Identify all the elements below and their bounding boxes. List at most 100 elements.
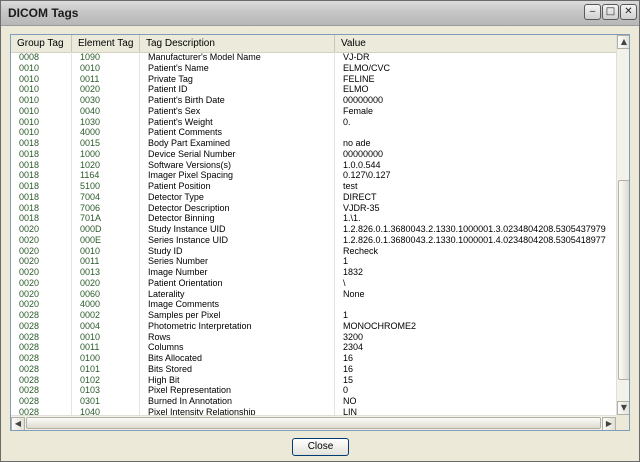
group-tag-cell: 0028 xyxy=(11,363,72,375)
scroll-right-button[interactable]: ▶ xyxy=(602,417,616,430)
dicom-tags-list[interactable]: Group Tag Element Tag Tag Description Va… xyxy=(10,34,630,431)
scroll-down-button[interactable]: ▼ xyxy=(617,401,629,415)
group-tag-cell: 0018 xyxy=(11,148,72,160)
scroll-left-button[interactable]: ◀ xyxy=(11,417,25,430)
tag-description-cell: Patient Orientation xyxy=(140,277,335,289)
maximize-icon: □ xyxy=(605,6,616,17)
table-row[interactable]: 0010 4000 Patient Comments xyxy=(11,127,616,138)
table-row[interactable]: 0010 1030 Patient's Weight 0. xyxy=(11,116,616,128)
table-row[interactable]: 0010 0030 Patient's Birth Date 00000000 xyxy=(11,95,616,106)
close-window-button[interactable]: ✕ xyxy=(620,4,637,20)
table-row[interactable]: 0020 0060 Laterality None xyxy=(11,288,616,300)
element-tag-cell: 0002 xyxy=(72,310,140,321)
table-row[interactable]: 0018 1020 Software Versions(s) 1.0.0.544 xyxy=(11,159,616,171)
value-cell: 15 xyxy=(343,374,354,385)
minimize-button[interactable]: ‒ xyxy=(584,4,601,20)
tag-description-cell: Patient ID xyxy=(140,84,335,95)
table-row[interactable]: 0018 0015 Body Part Examined no ade xyxy=(11,138,616,149)
tag-description-cell: Bits Allocated xyxy=(140,353,335,364)
group-tag-cell: 0018 xyxy=(11,213,72,224)
table-row[interactable]: 0028 1040 Pixel Intensity Relationship LIN xyxy=(11,406,616,415)
element-tag-cell: 1040 xyxy=(72,406,140,415)
element-tag-cell: 4000 xyxy=(72,127,140,138)
element-tag-cell: 0013 xyxy=(72,267,140,278)
table-row[interactable]: 0018 7004 Detector Type DIRECT xyxy=(11,191,616,203)
table-row[interactable]: 0010 0020 Patient ID ELMO xyxy=(11,84,616,95)
column-header-value[interactable]: Value xyxy=(335,35,616,52)
value-cell: \ xyxy=(343,277,346,288)
table-row[interactable]: 0020 000D Study Instance UID 1.2.826.0.1.36… xyxy=(11,224,616,235)
table-row[interactable]: 0028 0101 Bits Stored 16 xyxy=(11,363,616,375)
tag-description-cell: Bits Stored xyxy=(140,363,335,375)
tag-description-cell: Study Instance UID xyxy=(140,224,335,235)
table-row[interactable]: 0018 1164 Imager Pixel Spacing 0.127\0.127 xyxy=(11,170,616,181)
group-tag-cell: 0010 xyxy=(11,73,72,85)
element-tag-cell: 0102 xyxy=(72,374,140,386)
table-row[interactable]: 0020 0011 Series Number 1 xyxy=(11,256,616,267)
close-button[interactable]: Close xyxy=(292,438,349,456)
table-row[interactable]: 0020 0020 Patient Orientation \ xyxy=(11,277,616,289)
tag-description-cell: Detector Description xyxy=(140,202,335,214)
value-cell: 1.2.826.0.1.3680043.2.1330.1000001.3.023… xyxy=(343,224,606,234)
tag-description-cell: Device Serial Number xyxy=(140,148,335,160)
group-tag-cell: 0018 xyxy=(11,159,72,171)
element-tag-cell: 0015 xyxy=(72,138,140,149)
table-row[interactable]: 0028 0103 Pixel Representation 0 xyxy=(11,385,616,396)
table-row[interactable]: 0028 0100 Bits Allocated 16 xyxy=(11,353,616,364)
table-row[interactable]: 0020 0013 Image Number 1832 xyxy=(11,267,616,278)
element-tag-cell: 000E xyxy=(72,234,140,246)
value-cell: 0.127\0.127 xyxy=(343,170,391,181)
column-header-element-tag[interactable]: Element Tag xyxy=(72,35,140,52)
element-tag-cell: 1000 xyxy=(72,148,140,160)
value-cell: VJ-DR xyxy=(343,52,370,62)
vertical-scroll-thumb[interactable] xyxy=(618,180,629,380)
horizontal-scrollbar[interactable]: ◀ ▶ xyxy=(11,415,616,430)
table-row[interactable]: 0018 5100 Patient Position test xyxy=(11,181,616,192)
table-row[interactable]: 0018 1000 Device Serial Number 00000000 xyxy=(11,148,616,160)
scroll-up-button[interactable]: ▲ xyxy=(617,35,629,49)
table-row[interactable]: 0008 1090 Manufacturer's Model Name VJ-DR xyxy=(11,52,616,63)
horizontal-scroll-thumb[interactable] xyxy=(26,417,601,429)
tag-description-cell: Image Number xyxy=(140,267,335,278)
element-tag-cell: 0010 xyxy=(72,331,140,343)
group-tag-cell: 0020 xyxy=(11,299,72,310)
table-row[interactable]: 0020 0010 Study ID Recheck xyxy=(11,245,616,257)
maximize-button[interactable]: □ xyxy=(602,4,619,20)
table-row[interactable]: 0028 0010 Rows 3200 xyxy=(11,331,616,343)
group-tag-cell: 0028 xyxy=(11,406,72,415)
tag-description-cell: Rows xyxy=(140,331,335,343)
table-row[interactable]: 0010 0040 Patient's Sex Female xyxy=(11,105,616,117)
column-header-tag-description[interactable]: Tag Description xyxy=(140,35,335,52)
group-tag-cell: 0010 xyxy=(11,95,72,106)
table-row[interactable]: 0010 0010 Patient's Name ELMO/CVC xyxy=(11,62,616,74)
table-row[interactable]: 0020 4000 Image Comments xyxy=(11,299,616,310)
table-row[interactable]: 0028 0011 Columns 2304 xyxy=(11,342,616,353)
list-header: Group Tag Element Tag Tag Description Va… xyxy=(11,35,616,53)
table-row[interactable]: 0010 0011 Private Tag FELINE xyxy=(11,73,616,85)
value-cell: 1.0.0.544 xyxy=(343,159,381,170)
element-tag-cell: 0004 xyxy=(72,320,140,332)
title-bar[interactable]: DICOM Tags ‒ □ ✕ xyxy=(1,1,639,26)
group-tag-cell: 0020 xyxy=(11,234,72,246)
group-tag-cell: 0010 xyxy=(11,116,72,128)
element-tag-cell: 000D xyxy=(72,224,140,235)
table-row[interactable]: 0018 701A Detector Binning 1.\1. xyxy=(11,213,616,224)
value-cell: no ade xyxy=(343,138,371,148)
tag-description-cell: Patient's Sex xyxy=(140,105,335,117)
table-row[interactable]: 0018 7006 Detector Description VJDR-35 xyxy=(11,202,616,214)
column-header-group-tag[interactable]: Group Tag xyxy=(11,35,72,52)
table-row[interactable]: 0028 0301 Burned In Annotation NO xyxy=(11,396,616,407)
tag-description-cell: Pixel Intensity Relationship xyxy=(140,406,335,415)
value-cell: 1 xyxy=(343,256,349,267)
table-row[interactable]: 0028 0002 Samples per Pixel 1 xyxy=(11,310,616,321)
tag-description-cell: Pixel Representation xyxy=(140,385,335,396)
table-row[interactable]: 0020 000E Series Instance UID 1.2.826.0.1.3… xyxy=(11,234,616,246)
tag-description-cell: Columns xyxy=(140,342,335,353)
element-tag-cell: 0301 xyxy=(72,396,140,407)
vertical-scrollbar[interactable]: ▲ ▼ xyxy=(616,35,629,415)
value-cell: FELINE xyxy=(343,73,375,84)
table-row[interactable]: 0028 0004 Photometric Interpretation MONOCH… xyxy=(11,320,616,332)
element-tag-cell: 0060 xyxy=(72,288,140,300)
tag-description-cell: Burned In Annotation xyxy=(140,396,335,407)
table-row[interactable]: 0028 0102 High Bit 15 xyxy=(11,374,616,386)
